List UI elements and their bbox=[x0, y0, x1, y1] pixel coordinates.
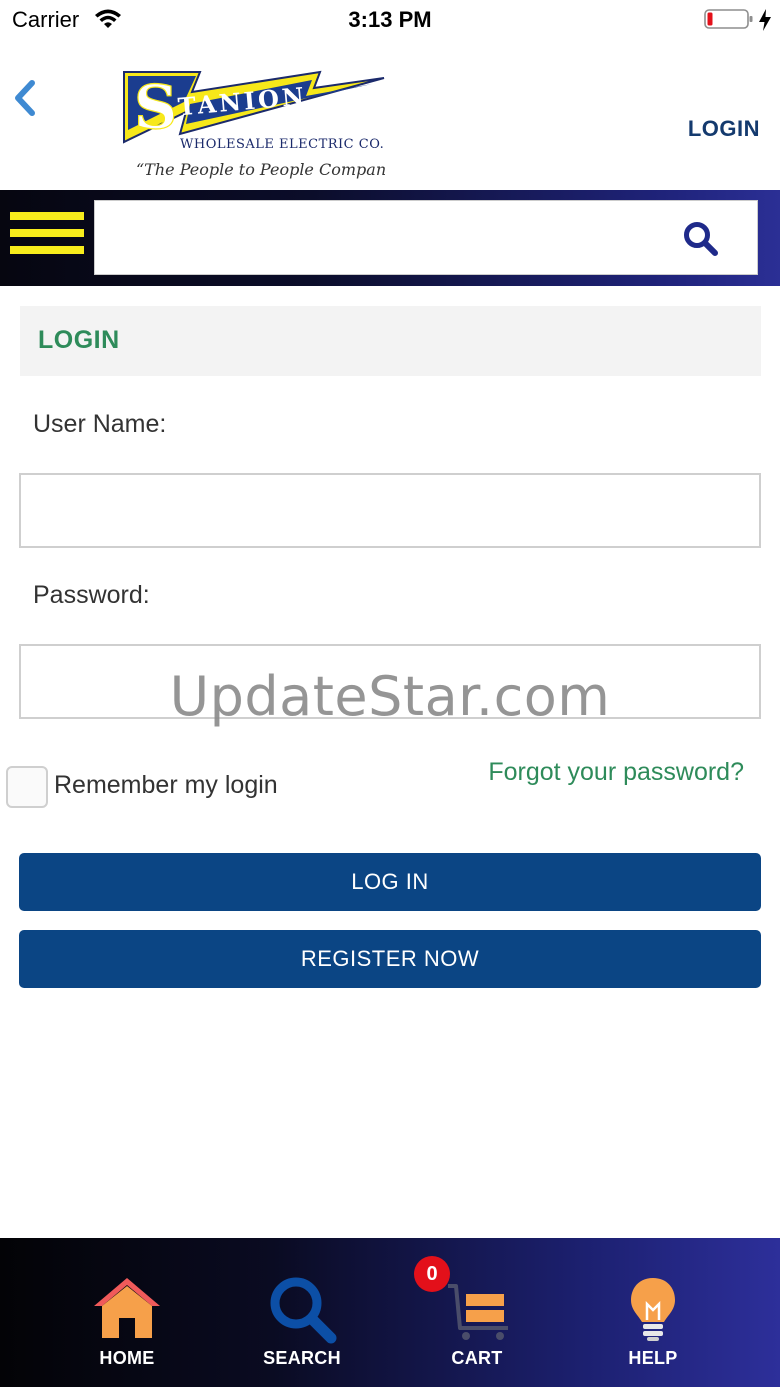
status-bar: Carrier 3:13 PM bbox=[0, 0, 780, 40]
search-box bbox=[94, 200, 758, 275]
register-now-button[interactable]: REGISTER NOW bbox=[19, 930, 761, 988]
status-time: 3:13 PM bbox=[348, 7, 432, 32]
svg-text:S: S bbox=[134, 73, 177, 143]
stanion-logo[interactable]: S TANION WHOLESALE ELECTRIC CO. “The Peo… bbox=[120, 68, 385, 183]
svg-text:TANION: TANION bbox=[177, 81, 308, 121]
forgot-password-link[interactable]: Forgot your password? bbox=[488, 758, 744, 787]
nav-item-help[interactable]: HELP bbox=[578, 1238, 728, 1387]
nav-item-cart[interactable]: 0 CART bbox=[402, 1238, 552, 1387]
search-icon[interactable] bbox=[683, 221, 719, 257]
nav-item-search[interactable]: SEARCH bbox=[227, 1238, 377, 1387]
cart-icon bbox=[448, 1284, 508, 1340]
password-label: Password: bbox=[33, 581, 150, 609]
password-field[interactable] bbox=[19, 644, 761, 719]
cart-count-badge: 0 bbox=[414, 1256, 450, 1292]
login-section-header: LOGIN bbox=[20, 306, 761, 376]
svg-text:“The People to People Company”: “The People to People Company” bbox=[136, 160, 385, 179]
hamburger-menu-icon[interactable] bbox=[10, 212, 84, 262]
remember-login-checkbox[interactable] bbox=[6, 766, 48, 808]
lightbulb-icon bbox=[631, 1278, 675, 1341]
nav-item-home[interactable]: HOME bbox=[52, 1238, 202, 1387]
username-field[interactable] bbox=[19, 473, 761, 548]
search-icon bbox=[270, 1277, 337, 1344]
log-in-button[interactable]: LOG IN bbox=[19, 853, 761, 911]
app-header: S TANION WHOLESALE ELECTRIC CO. “The Peo… bbox=[0, 40, 780, 190]
search-band bbox=[0, 190, 780, 286]
svg-text:WHOLESALE ELECTRIC CO.: WHOLESALE ELECTRIC CO. bbox=[180, 137, 384, 152]
home-icon bbox=[94, 1278, 160, 1338]
bottom-nav: HOME SEARCH 0 CART HELP bbox=[0, 1238, 780, 1387]
login-title: LOGIN bbox=[38, 326, 120, 354]
nav-label-home: HOME bbox=[99, 1348, 155, 1368]
battery-icon bbox=[704, 9, 753, 29]
charging-bolt-icon bbox=[759, 9, 771, 31]
nav-label-cart: CART bbox=[451, 1348, 503, 1368]
username-label: User Name: bbox=[33, 410, 167, 438]
nav-label-search: SEARCH bbox=[263, 1348, 341, 1368]
nav-label-help: HELP bbox=[628, 1348, 678, 1368]
search-input[interactable] bbox=[105, 211, 665, 266]
header-login-link[interactable]: LOGIN bbox=[688, 116, 760, 142]
remember-login-label[interactable]: Remember my login bbox=[54, 771, 278, 800]
back-chevron-icon[interactable] bbox=[10, 78, 38, 118]
